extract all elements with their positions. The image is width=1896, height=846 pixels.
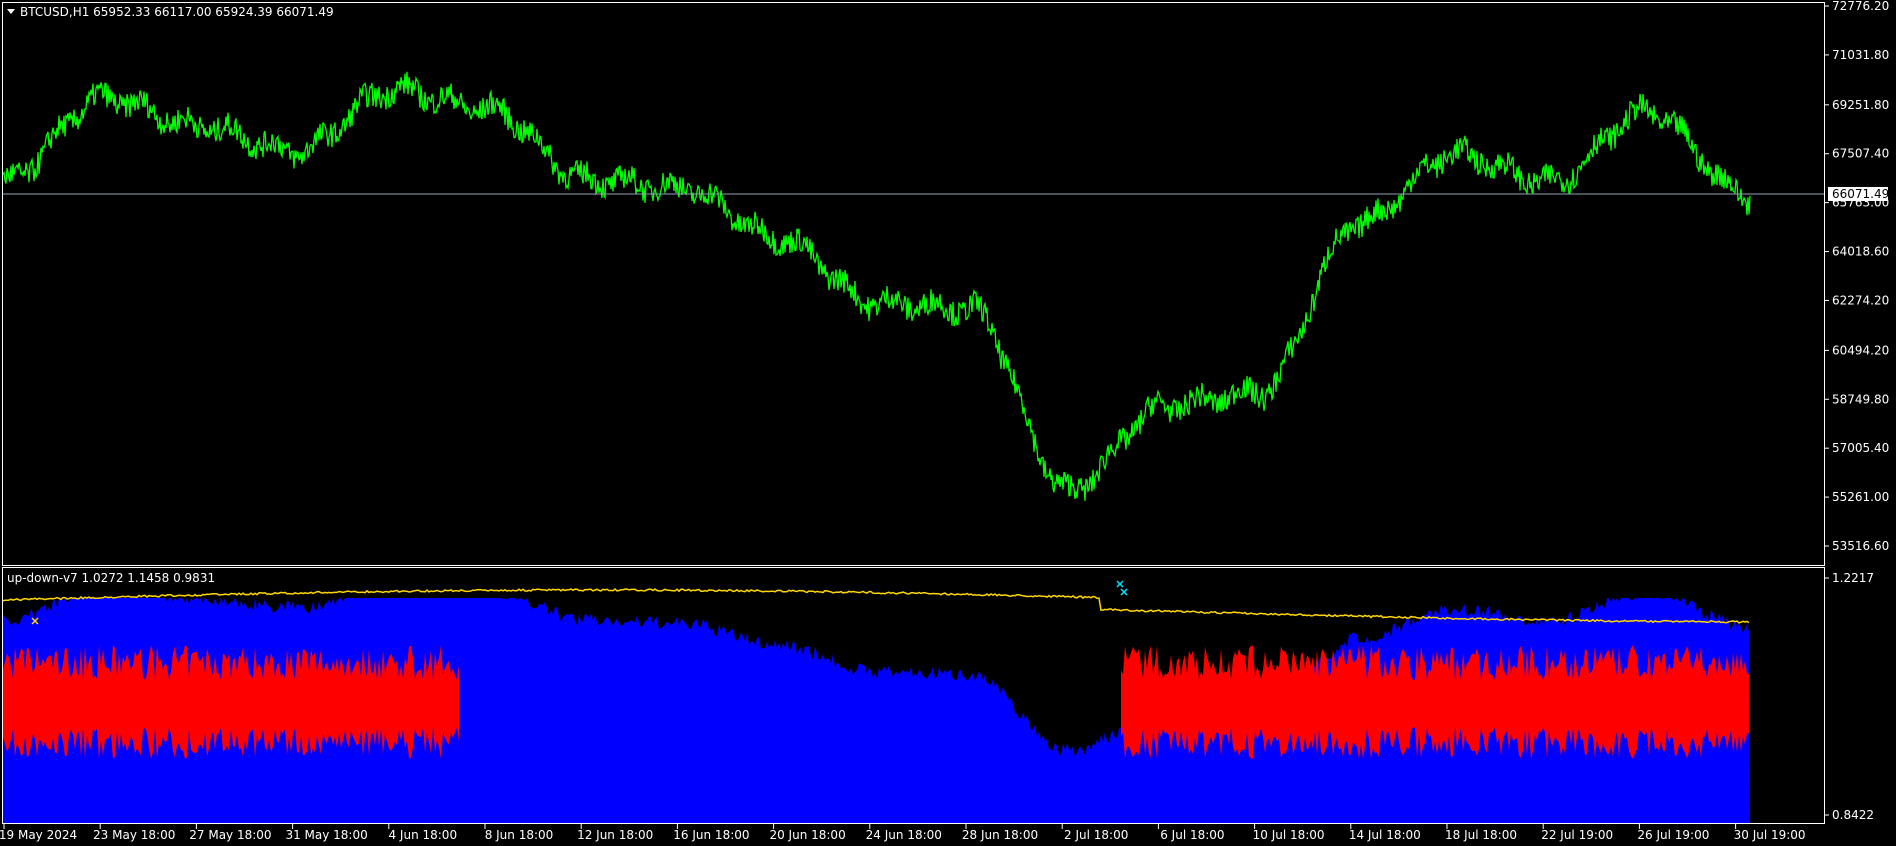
time-tick-label: 6 Jul 18:00	[1160, 828, 1224, 842]
time-tick-label: 22 Jul 19:00	[1541, 828, 1613, 842]
indicator-label: up-down-v7 1.0272 1.1458 0.9831	[7, 571, 215, 585]
time-tick-label: 8 Jun 18:00	[485, 828, 554, 842]
time-tick-label: 19 May 2024	[0, 828, 77, 842]
time-tick-label: 28 Jun 18:00	[962, 828, 1038, 842]
time-tick-label: 16 Jun 18:00	[673, 828, 749, 842]
price-tick-label: 69251.80	[1832, 98, 1889, 112]
time-tick-label: 27 May 18:00	[189, 828, 271, 842]
price-tick-label: 55261.00	[1832, 490, 1889, 504]
chart-window: 72776.2071031.8069251.8067507.4065763.00…	[0, 0, 1896, 846]
time-tick-label: 12 Jun 18:00	[577, 828, 653, 842]
symbol-info: BTCUSD,H1 65952.33 66117.00 65924.39 660…	[20, 5, 334, 19]
current-price-badge: 66071.49	[1828, 186, 1889, 201]
price-tick-label: 57005.40	[1832, 441, 1889, 455]
price-tick-label: 62274.20	[1832, 294, 1889, 308]
time-tick-label: 24 Jun 18:00	[866, 828, 942, 842]
time-tick-label: 14 Jul 18:00	[1349, 828, 1421, 842]
time-tick-label: 31 May 18:00	[285, 828, 367, 842]
price-tick-label: 60494.20	[1832, 343, 1889, 357]
price-tick-label: 58749.80	[1832, 392, 1889, 406]
time-tick-label: 10 Jul 18:00	[1253, 828, 1325, 842]
time-tick-label: 26 Jul 19:00	[1637, 828, 1709, 842]
time-tick-label: 18 Jul 18:00	[1445, 828, 1517, 842]
time-tick-label: 2 Jul 18:00	[1064, 828, 1128, 842]
price-tick-label: 64018.60	[1832, 245, 1889, 259]
price-tick-label: 72776.20	[1832, 0, 1889, 13]
indicator-tick-label: 0.8422	[1832, 808, 1874, 822]
price-tick-label: 67507.40	[1832, 147, 1889, 161]
time-tick-label: 4 Jun 18:00	[388, 828, 457, 842]
indicator-tick-label: 1.2217	[1832, 571, 1874, 585]
current-price-label: 66071.49	[1832, 187, 1889, 201]
time-tick-label: 30 Jul 19:00	[1734, 828, 1806, 842]
price-tick-label: 53516.60	[1832, 539, 1889, 553]
time-tick-label: 20 Jun 18:00	[769, 828, 845, 842]
price-tick-label: 71031.80	[1832, 48, 1889, 62]
time-tick-label: 23 May 18:00	[93, 828, 175, 842]
